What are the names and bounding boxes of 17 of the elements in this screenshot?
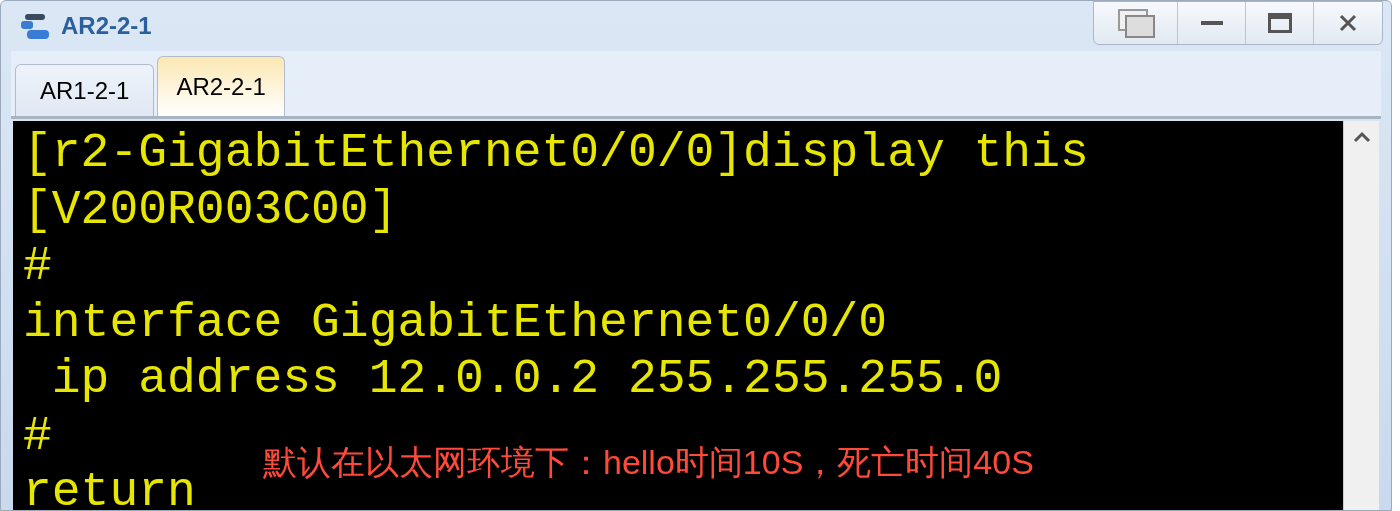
terminal-line: ip address 12.0.0.2 255.255.255.0 (50, 351, 1003, 408)
window-title: AR2-2-1 (61, 11, 152, 41)
terminal-line: interface GigabitEthernet0/0/0 (23, 294, 888, 351)
terminal-line: # (23, 238, 52, 295)
terminal-line: [r2-GigabitEthernet0/0/0]display this (23, 125, 1089, 182)
tab[interactable]: AR1-2-1 (15, 64, 155, 116)
annotation-text: 默认在以太网环境下：hello时间10S，死亡时间40S (263, 442, 1034, 483)
tab[interactable]: AR2-2-1 (157, 56, 285, 116)
scrollbar[interactable] (1343, 121, 1379, 510)
close-icon (1339, 14, 1357, 32)
maximize-icon (1267, 13, 1292, 33)
restore-icon (1115, 7, 1156, 39)
terminal-line: return (23, 464, 196, 510)
scroll-up-icon (1352, 131, 1371, 143)
terminal-line: # (23, 407, 52, 464)
terminal-line: [V200R003C00] (23, 181, 398, 238)
minimize-icon (1200, 20, 1223, 26)
